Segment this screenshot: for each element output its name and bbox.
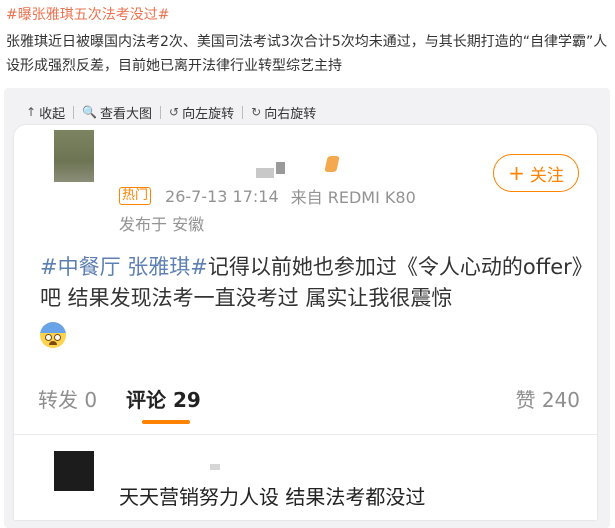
comment-tab[interactable]: 评论 29: [126, 384, 201, 413]
image-toolbar: ↑ 收起 🔍 查看大图 ↺ 向左旋转 ↻ 向右旋转: [26, 102, 316, 122]
comment-text: 天天营销努力人设 结果法考都没过: [119, 485, 426, 509]
view-large-button[interactable]: 🔍 查看大图: [82, 103, 152, 122]
collapse-icon: ↑: [26, 105, 37, 119]
rotate-right-button[interactable]: ↻ 向右旋转: [251, 103, 316, 122]
post-location: 发布于 安徽: [119, 215, 205, 234]
post-time: 26-7-13 17:14: [165, 186, 279, 206]
emoji-mouth: [49, 341, 57, 345]
post-device: 来自 REDMI K80: [290, 188, 416, 207]
commenter-avatar[interactable]: [54, 451, 94, 491]
active-tab-indicator: [142, 420, 190, 424]
rotate-left-icon: ↺: [169, 105, 180, 119]
topic-link[interactable]: #中餐厅 张雅琪#: [40, 255, 208, 279]
username-blurred: [276, 162, 285, 174]
avatar[interactable]: [54, 130, 94, 182]
follow-button[interactable]: + 关注: [493, 154, 579, 192]
post-actions: 转发 0 评论 29 赞 240: [38, 384, 580, 412]
collapse-button[interactable]: ↑ 收起: [26, 103, 65, 122]
rotate-right-icon: ↻: [251, 105, 262, 119]
hot-badge: 热门: [119, 187, 152, 205]
fearful-face-emoji: [40, 322, 66, 348]
like-tab[interactable]: 赞 240: [515, 384, 580, 413]
username-blurred: [256, 168, 274, 178]
repost-tab[interactable]: 转发 0: [38, 384, 97, 413]
post-content: #中餐厅 张雅琪#记得以前她也参加过《令人心动的offer》吧 结果发现法考一直…: [40, 252, 588, 314]
follow-label: 关注: [529, 165, 564, 186]
emoji-forehead: [40, 322, 66, 333]
rotate-left-button[interactable]: ↺ 向左旋转: [169, 103, 234, 122]
plus-icon: +: [508, 161, 525, 185]
toolbar-divider: [160, 105, 162, 119]
view-large-label: 查看大图: [100, 106, 153, 122]
rotate-right-label: 向右旋转: [264, 106, 317, 122]
toolbar-divider: [73, 105, 75, 119]
summary-text: 张雅琪近日被曝国内法考2次、美国司法考试3次合计5次均未通过，与其长期打造的“自…: [6, 34, 608, 74]
emoji-eye: [45, 334, 52, 341]
headline-topic[interactable]: #曝张雅琪五次法考没过#: [6, 4, 169, 24]
post-meta: 热门 26-7-13 17:14 来自 REDMI K80: [119, 184, 416, 208]
toolbar-divider: [242, 105, 244, 119]
divider: [14, 434, 597, 435]
magnifier-icon: 🔍: [82, 105, 98, 119]
rotate-left-label: 向左旋转: [182, 106, 235, 122]
collapse-label: 收起: [39, 106, 66, 122]
commenter-name-blurred: [210, 464, 220, 470]
emoji-eye: [54, 334, 61, 341]
